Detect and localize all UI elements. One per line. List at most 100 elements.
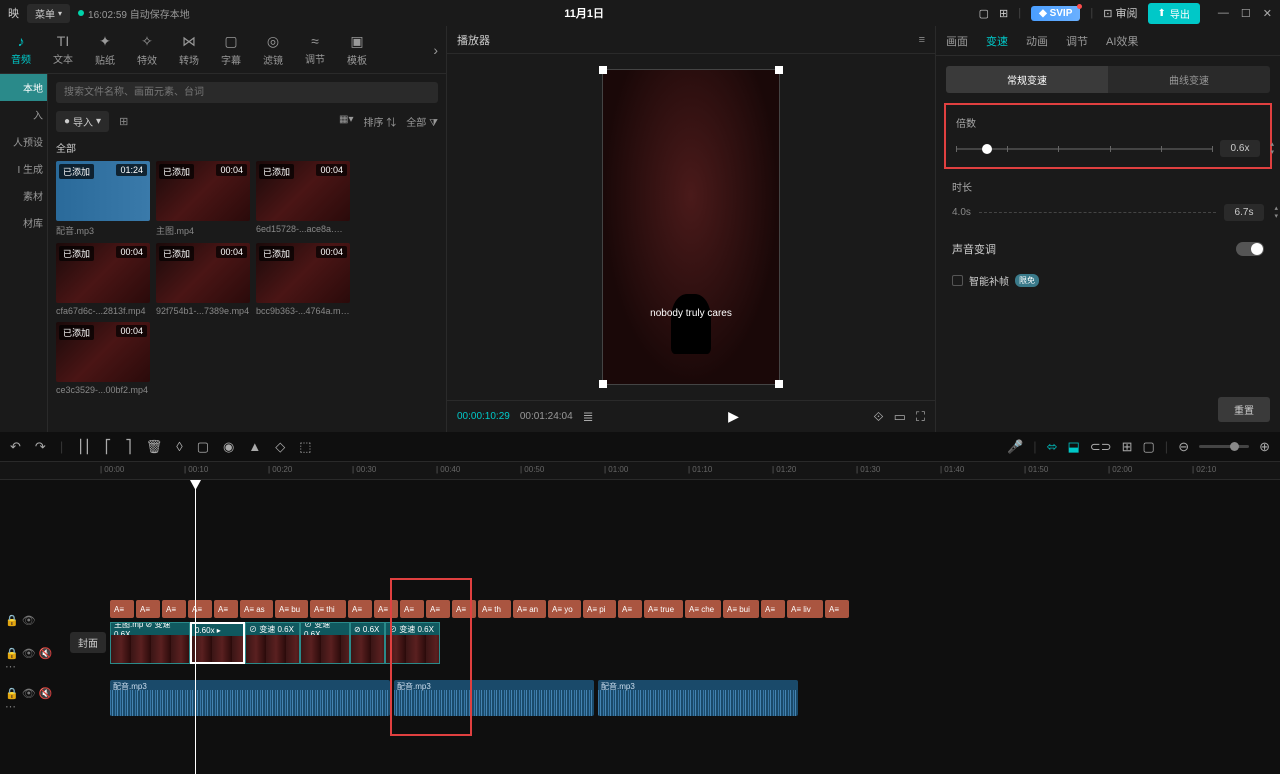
redo-icon[interactable]: ↷ (35, 439, 46, 455)
text-clip[interactable]: A≡ (136, 600, 160, 618)
text-clip[interactable]: A≡ as (240, 600, 273, 618)
tracks-area[interactable]: 🔒 👁 🔒 👁 🔇 ⋯ 🔒 👁 🔇 ⋯ 封面 A≡A≡A≡A≡A≡A≡ asA≡… (0, 480, 1280, 774)
text-clip[interactable]: A≡ (348, 600, 372, 618)
export-button[interactable]: ⬆ 导出 (1148, 3, 1200, 24)
more-tabs-icon[interactable]: › (425, 42, 446, 58)
player-menu-icon[interactable]: ≡ (919, 34, 925, 46)
video-clip[interactable]: 0.60x ▸ (190, 622, 245, 664)
sort-button[interactable]: 排序 ⇅ (364, 114, 397, 129)
top-tab-5[interactable]: ▢字幕 (210, 26, 252, 73)
review-button[interactable]: ⊡ 审阅 (1103, 5, 1137, 21)
text-clip[interactable]: A≡ (374, 600, 398, 618)
side-nav-item-1[interactable]: 入 (0, 101, 47, 128)
play-button[interactable]: ▶ (728, 408, 739, 425)
grid-view-icon[interactable]: ⊞ (119, 115, 128, 128)
audio-clip[interactable]: 配音.mp3 (110, 680, 390, 716)
video-track[interactable]: 主图.mp ⊘ 变速 0.6X0.60x ▸⊘ 变速 0.6X⊘ 变速 0.6X… (110, 622, 1280, 664)
media-item-0[interactable]: 已添加01:24配音.mp3 (56, 161, 150, 237)
text-clip[interactable]: A≡ thi (310, 600, 346, 618)
rotate-icon[interactable]: ◇ (275, 439, 285, 455)
audio-track[interactable]: 配音.mp3配音.mp3配音.mp3 (110, 680, 1280, 716)
video-track-controls[interactable]: 🔒 👁 🔇 ⋯ (0, 640, 60, 680)
import-button[interactable]: ● 导入 ▾ (56, 111, 109, 132)
pitch-toggle[interactable] (1236, 242, 1264, 256)
speed-slider[interactable] (956, 148, 1212, 150)
speed-value[interactable]: 0.6x▴▾ (1220, 140, 1260, 157)
text-clip[interactable]: A≡ true (644, 600, 683, 618)
search-input[interactable] (56, 82, 438, 103)
media-item-2[interactable]: 已添加00:046ed15728-...ace8a.mp4 (256, 161, 350, 237)
text-clip[interactable]: A≡ bui (723, 600, 759, 618)
text-clip[interactable]: A≡ (110, 600, 134, 618)
delete-icon[interactable]: 🗑 (146, 439, 163, 455)
cut-left-icon[interactable]: ⎡ (105, 439, 112, 455)
text-clip[interactable]: A≡ (825, 600, 849, 618)
side-nav-item-2[interactable]: 人预设 (0, 128, 47, 155)
maximize-icon[interactable]: ☐ (1241, 7, 1251, 20)
preview-area[interactable]: nobody truly cares (447, 54, 935, 400)
text-clip[interactable]: A≡ (188, 600, 212, 618)
menu-button[interactable]: 菜单 ▾ (27, 4, 70, 23)
minimize-icon[interactable]: — (1218, 7, 1229, 20)
close-icon[interactable]: ✕ (1263, 7, 1272, 20)
crop-timeline-icon[interactable]: ⬚ (299, 439, 311, 455)
resize-handle-bl[interactable] (599, 380, 607, 388)
media-item-5[interactable]: 已添加00:04bcc9b363-...4764a.mp4 (256, 243, 350, 316)
time-ruler[interactable]: | 00:00| 00:10| 00:20| 00:30| 00:40| 00:… (0, 462, 1280, 480)
zoom-slider[interactable] (1199, 445, 1249, 448)
side-nav-item-4[interactable]: 素材 (0, 182, 47, 209)
video-clip[interactable]: ⊘ 0.6X (350, 622, 385, 664)
text-clip[interactable]: A≡ (426, 600, 450, 618)
layout-icon[interactable]: ▢ (979, 7, 989, 20)
top-tab-3[interactable]: ✧特效 (126, 26, 168, 73)
cut-right-icon[interactable]: ⎤ (125, 439, 132, 455)
magnet-icon[interactable]: ⬄ (1047, 439, 1058, 455)
top-tab-4[interactable]: ⋈转场 (168, 26, 210, 73)
audio-clip[interactable]: 配音.mp3 (598, 680, 798, 716)
text-clip[interactable]: A≡ (214, 600, 238, 618)
layout-grid-icon[interactable]: ⊞ (999, 7, 1008, 20)
video-clip[interactable]: ⊘ 变速 0.6X (245, 622, 300, 664)
view-mode-icon[interactable]: ▦▾ (339, 114, 353, 129)
mic-icon[interactable]: 🎤 (1007, 439, 1023, 455)
text-clip[interactable]: A≡ (400, 600, 424, 618)
preview-icon[interactable]: ▢ (1143, 439, 1155, 455)
preview-canvas[interactable]: nobody truly cares (602, 69, 780, 385)
video-clip[interactable]: ⊘ 变速 0.6X (300, 622, 350, 664)
text-clip[interactable]: A≡ bu (275, 600, 308, 618)
top-tab-8[interactable]: ▣模板 (336, 26, 378, 73)
top-tab-7[interactable]: ≈调节 (294, 26, 336, 73)
list-icon[interactable]: ≣ (583, 409, 594, 425)
audio-clip[interactable]: 配音.mp3 (394, 680, 594, 716)
text-clip[interactable]: A≡ (162, 600, 186, 618)
prop-tab-1[interactable]: 变速 (986, 33, 1008, 49)
audio-track-controls[interactable]: 🔒 👁 🔇 ⋯ (0, 680, 60, 720)
resize-handle-br[interactable] (775, 380, 783, 388)
prop-tab-4[interactable]: AI效果 (1106, 33, 1138, 49)
svip-badge[interactable]: ◆ SVIP (1031, 6, 1080, 21)
cover-button[interactable]: 封面 (70, 632, 106, 653)
resize-handle-tl[interactable] (599, 66, 607, 74)
speed-slider-thumb[interactable] (982, 144, 992, 154)
prop-tab-3[interactable]: 调节 (1066, 33, 1088, 49)
duration-value[interactable]: 6.7s▴▾ (1224, 204, 1264, 221)
top-tab-0[interactable]: ♪音频 (0, 26, 42, 73)
reset-button[interactable]: 重置 (1218, 397, 1270, 422)
sub-tab-1[interactable]: 曲线变速 (1108, 66, 1270, 93)
text-clip[interactable]: A≡ che (685, 600, 721, 618)
text-clip[interactable]: A≡ (761, 600, 785, 618)
side-nav-item-3[interactable]: I 生成 (0, 155, 47, 182)
text-clip[interactable]: A≡ (452, 600, 476, 618)
text-clip[interactable]: A≡ yo (548, 600, 581, 618)
align-icon[interactable]: ⊞ (1122, 439, 1133, 455)
playhead[interactable] (195, 480, 196, 774)
top-tab-1[interactable]: TI文本 (42, 26, 84, 73)
video-clip[interactable]: 主图.mp ⊘ 变速 0.6X (110, 622, 190, 664)
media-item-4[interactable]: 已添加00:0492f754b1-...7389e.mp4 (156, 243, 250, 316)
text-track[interactable]: A≡A≡A≡A≡A≡A≡ asA≡ buA≡ thiA≡A≡A≡A≡A≡A≡ t… (110, 600, 1280, 618)
link-icon[interactable]: ⬓ (1068, 439, 1080, 455)
fullscreen-icon[interactable]: ⛶ (916, 409, 925, 425)
prop-tab-0[interactable]: 画面 (946, 33, 968, 49)
text-clip[interactable]: A≡ liv (787, 600, 823, 618)
crop-icon[interactable]: ⟐ (873, 409, 883, 425)
